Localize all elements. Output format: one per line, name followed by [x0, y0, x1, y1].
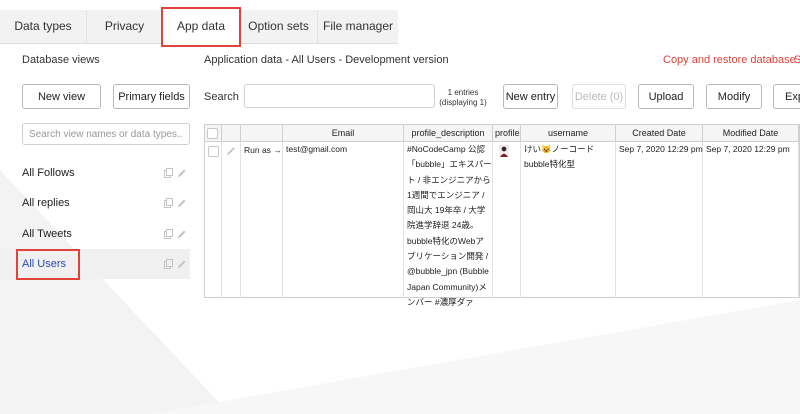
copy-restore-database-link[interactable]: Copy and restore database: [663, 54, 796, 66]
tab-bar: Data types Privacy App data Option sets …: [0, 10, 398, 44]
pencil-icon: [178, 260, 186, 268]
view-item-all-tweets[interactable]: All Tweets: [0, 219, 190, 249]
view-item-label: All Tweets: [22, 228, 72, 240]
header-profile[interactable]: profile: [493, 125, 521, 142]
header-blank: [222, 125, 241, 142]
header-profile-description[interactable]: profile_description: [404, 125, 493, 142]
application-data-title: Application data - All Users - Developme…: [204, 54, 449, 66]
view-item-all-follows[interactable]: All Follows: [0, 158, 190, 188]
description-line: bubble特化のWebア: [407, 235, 484, 246]
column-divider: [403, 142, 404, 298]
primary-fields-button[interactable]: Primary fields: [113, 84, 190, 109]
header-run-as: [241, 125, 283, 142]
copy-icon: [164, 168, 173, 178]
profile-image-thumbnail[interactable]: [499, 145, 509, 157]
entries-count: 1 entries (displaying 1): [432, 88, 494, 108]
view-item-label: All Users: [22, 258, 67, 270]
cell-username: けい😺ノーコード bubble特化型: [524, 142, 594, 173]
cell-created-date: Sep 7, 2020 12:29 pm: [619, 144, 703, 154]
cell-modified-date: Sep 7, 2020 12:29 pm: [706, 144, 790, 154]
copy-edit-icons: [164, 229, 186, 239]
view-item-all-users[interactable]: All Users: [0, 249, 190, 279]
cell-profile-description: #NoCodeCamp 公認 「bubble」エキスパー ト / 非エンジニアか…: [407, 142, 495, 310]
description-line: @bubble_jpn (Bubble: [407, 266, 489, 277]
description-line: プリケーション開発 /: [407, 251, 489, 262]
description-line: 「bubble」エキスパー: [407, 159, 492, 170]
pencil-icon: [178, 169, 186, 177]
new-entry-button[interactable]: New entry: [503, 84, 558, 109]
header-modified-date[interactable]: Modified Date: [703, 125, 799, 142]
data-search-input[interactable]: [244, 84, 435, 108]
tab-data-types[interactable]: Data types: [0, 10, 87, 43]
new-view-button[interactable]: New view: [22, 84, 101, 109]
column-divider: [615, 142, 616, 298]
column-divider: [240, 142, 241, 298]
row-checkbox[interactable]: [208, 146, 219, 157]
description-line: ト / 非エンジニアから: [407, 174, 491, 185]
description-line: 1週間でエンジニア /: [407, 189, 485, 200]
header-email[interactable]: Email: [283, 125, 404, 142]
copy-icon: [164, 259, 173, 269]
modify-button[interactable]: Modify: [706, 84, 762, 109]
column-divider: [702, 142, 703, 298]
column-divider: [221, 142, 222, 298]
tab-privacy[interactable]: Privacy: [87, 10, 163, 43]
column-divider: [520, 142, 521, 298]
column-divider: [282, 142, 283, 298]
view-item-label: All Follows: [22, 167, 75, 179]
pencil-icon: [178, 199, 186, 207]
select-all-checkbox[interactable]: [207, 128, 218, 139]
copy-icon: [164, 198, 173, 208]
database-views-title: Database views: [22, 54, 100, 66]
pencil-icon: [178, 230, 186, 238]
header-username[interactable]: username: [521, 125, 616, 142]
row-edit-pencil-icon[interactable]: [226, 146, 236, 156]
run-as-link[interactable]: Run as →: [244, 145, 282, 155]
description-line: ンバー #濃厚ダァ: [407, 296, 474, 307]
copy-icon: [164, 229, 173, 239]
data-table: Email profile_description profile userna…: [204, 124, 800, 307]
cell-email: test@gmail.com: [286, 144, 348, 154]
header-created-date[interactable]: Created Date: [616, 125, 703, 142]
copy-edit-icons: [164, 259, 186, 269]
export-button[interactable]: Exp: [773, 84, 800, 109]
username-line: けい😺ノーコード: [524, 144, 595, 154]
view-item-label: All replies: [22, 197, 70, 209]
view-search-input[interactable]: [22, 123, 190, 145]
delete-button[interactable]: Delete (0): [572, 84, 626, 109]
view-item-all-replies[interactable]: All replies: [0, 188, 190, 218]
username-line: bubble特化型: [524, 159, 576, 170]
cut-off-link[interactable]: S: [794, 54, 800, 66]
description-line: #NoCodeCamp 公認: [407, 144, 485, 154]
copy-edit-icons: [164, 198, 186, 208]
header-select-all: [205, 125, 222, 142]
description-line: 岡山大 19年卒 / 大学: [407, 205, 486, 216]
entries-count-text: 1 entries: [447, 88, 479, 97]
upload-button[interactable]: Upload: [638, 84, 694, 109]
description-line: 院進学辞退 24歳。: [407, 220, 479, 231]
tab-file-manager[interactable]: File manager: [318, 10, 398, 43]
tab-app-data[interactable]: App data: [163, 10, 240, 44]
search-label: Search: [204, 91, 239, 103]
entries-display-text: (displaying 1): [439, 98, 487, 107]
copy-edit-icons: [164, 168, 186, 178]
tab-option-sets[interactable]: Option sets: [240, 10, 318, 43]
column-divider: [798, 142, 799, 298]
description-line: Japan Community)メ: [407, 281, 487, 292]
